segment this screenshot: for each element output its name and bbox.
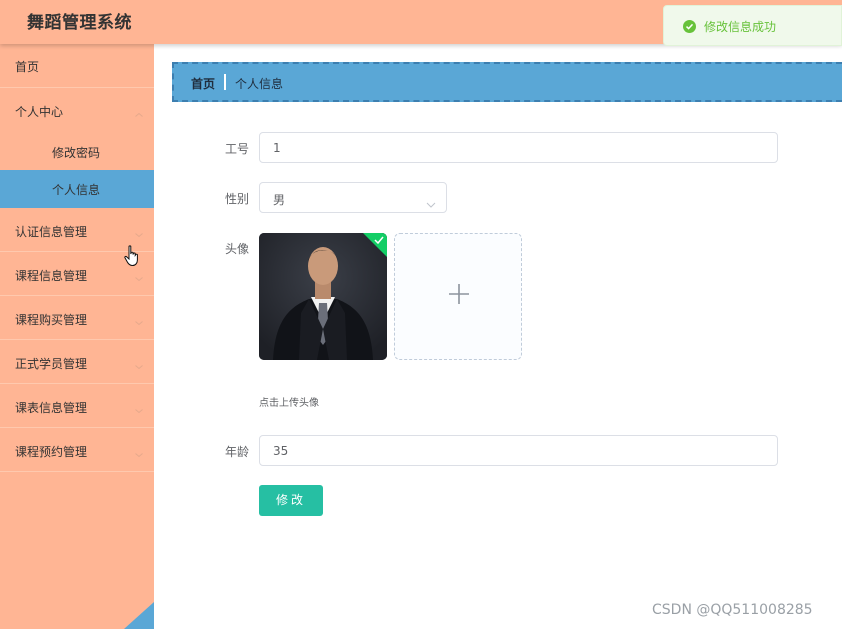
chevron-down-icon bbox=[134, 269, 144, 282]
watermark: CSDN @QQ511008285 bbox=[652, 602, 813, 618]
sidebar-item-label: 首页 bbox=[15, 60, 40, 74]
success-toast: 修改信息成功 bbox=[663, 5, 842, 46]
sidebar-subitem-change-password[interactable]: 修改密码 bbox=[0, 132, 154, 170]
breadcrumb-current: 个人信息 bbox=[235, 77, 284, 91]
breadcrumb-separator bbox=[224, 74, 226, 90]
avatar-label: 头像 bbox=[224, 242, 249, 256]
sidebar-item-label: 课程信息管理 bbox=[15, 269, 88, 283]
avatar-upload-button[interactable] bbox=[394, 233, 522, 360]
chevron-down-icon bbox=[134, 225, 144, 238]
sidebar-item-schedule-info[interactable]: 课表信息管理 bbox=[0, 384, 154, 428]
plus-icon bbox=[449, 284, 469, 304]
modify-button[interactable]: 修改 bbox=[259, 485, 323, 516]
sidebar-item-label: 个人中心 bbox=[15, 105, 64, 119]
upload-success-icon bbox=[363, 233, 387, 257]
sidebar-item-home[interactable]: 首页 bbox=[0, 44, 154, 88]
sidebar-item-formal-students[interactable]: 正式学员管理 bbox=[0, 340, 154, 384]
sidebar-item-label: 课表信息管理 bbox=[15, 401, 88, 415]
sidebar-subitem-label: 个人信息 bbox=[52, 183, 101, 197]
avatar-image[interactable] bbox=[259, 233, 387, 360]
sidebar-item-label: 正式学员管理 bbox=[15, 357, 88, 371]
sidebar-item-course-purchase[interactable]: 课程购买管理 bbox=[0, 296, 154, 340]
app-title: 舞蹈管理系统 bbox=[27, 13, 132, 33]
chevron-down-icon bbox=[134, 357, 144, 370]
age-input[interactable]: 35 bbox=[259, 435, 778, 466]
sidebar-item-course-booking[interactable]: 课程预约管理 bbox=[0, 428, 154, 472]
gender-select-value: 男 bbox=[273, 193, 286, 207]
chevron-down-icon bbox=[426, 194, 436, 213]
upload-tip-text: 点击上传头像 bbox=[259, 398, 319, 409]
age-input-value: 35 bbox=[273, 444, 289, 458]
sidebar-item-label: 认证信息管理 bbox=[15, 225, 88, 239]
id-input-value: 1 bbox=[273, 141, 281, 155]
sidebar-subitem-label: 修改密码 bbox=[52, 146, 101, 160]
breadcrumb-home-link[interactable]: 首页 bbox=[191, 75, 215, 92]
success-check-icon bbox=[683, 20, 696, 33]
toast-message: 修改信息成功 bbox=[704, 20, 777, 34]
sidebar-item-label: 课程预约管理 bbox=[15, 445, 88, 459]
sidebar-corner-decoration bbox=[124, 602, 154, 629]
chevron-up-icon bbox=[134, 105, 144, 117]
gender-select[interactable]: 男 bbox=[259, 182, 447, 213]
chevron-down-icon bbox=[134, 445, 144, 458]
breadcrumb: 首页 个人信息 bbox=[172, 62, 842, 102]
sidebar-subitem-personal-info[interactable]: 个人信息 bbox=[0, 170, 154, 208]
sidebar-item-personal-center[interactable]: 个人中心 bbox=[0, 88, 154, 132]
sidebar: 首页 个人中心 修改密码 个人信息 认证信息管理 课程信息管理 课程购买管理 正… bbox=[0, 44, 154, 629]
chevron-down-icon bbox=[134, 401, 144, 414]
id-input[interactable]: 1 bbox=[259, 132, 778, 163]
hand-cursor-icon bbox=[124, 245, 138, 267]
id-label: 工号 bbox=[224, 142, 249, 156]
sidebar-item-label: 课程购买管理 bbox=[15, 313, 88, 327]
gender-label: 性别 bbox=[224, 192, 249, 206]
age-label: 年龄 bbox=[224, 445, 249, 459]
chevron-down-icon bbox=[134, 313, 144, 326]
